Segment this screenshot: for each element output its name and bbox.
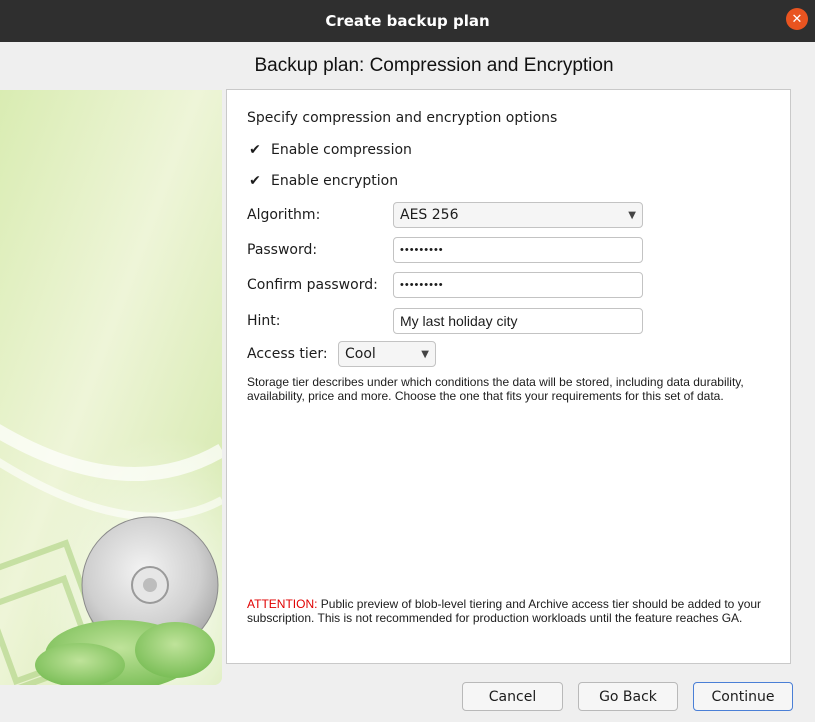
password-field[interactable]: ••••••••• (393, 237, 643, 263)
access-tier-value: Cool (345, 346, 376, 362)
checkmark-icon: ✔ (249, 142, 261, 158)
cancel-button[interactable]: Cancel (462, 682, 563, 711)
side-art-svg (0, 90, 222, 685)
algorithm-label: Algorithm: (247, 207, 321, 223)
attention-prefix: ATTENTION: (247, 597, 318, 611)
go-back-button[interactable]: Go Back (578, 682, 678, 711)
continue-button[interactable]: Continue (693, 682, 793, 711)
confirm-password-label: Confirm password: (247, 277, 378, 293)
hint-value: My last holiday city (400, 313, 518, 329)
password-label: Password: (247, 242, 318, 258)
algorithm-select[interactable]: AES 256 ▼ (393, 202, 643, 228)
options-panel: Specify compression and encryption optio… (226, 89, 791, 664)
chevron-down-icon: ▼ (628, 209, 636, 221)
hint-label: Hint: (247, 313, 281, 329)
access-tier-label: Access tier: (247, 346, 328, 362)
enable-compression-label: Enable compression (271, 142, 412, 158)
confirm-password-value: ••••••••• (400, 279, 444, 291)
attention-notice: ATTENTION: Public preview of blob-level … (247, 597, 772, 625)
intro-text: Specify compression and encryption optio… (247, 110, 558, 126)
checkmark-icon: ✔ (249, 173, 261, 189)
access-tier-select[interactable]: Cool ▼ (338, 341, 436, 367)
password-value: ••••••••• (400, 244, 444, 256)
window-title: Create backup plan (325, 12, 490, 30)
enable-encryption-label: Enable encryption (271, 173, 399, 189)
attention-text: Public preview of blob-level tiering and… (247, 597, 762, 625)
confirm-password-field[interactable]: ••••••••• (393, 272, 643, 298)
chevron-down-icon: ▼ (421, 348, 429, 360)
enable-encryption-checkbox[interactable]: ✔ Enable encryption (247, 173, 398, 189)
algorithm-value: AES 256 (400, 207, 459, 223)
hint-field[interactable]: My last holiday city (393, 308, 643, 334)
enable-compression-checkbox[interactable]: ✔ Enable compression (247, 142, 412, 158)
page-title: Backup plan: Compression and Encryption (254, 55, 614, 76)
close-glyph: ✕ (791, 11, 803, 27)
backup-disc-illustration (0, 90, 222, 685)
tier-description: Storage tier describes under which condi… (247, 375, 744, 403)
close-icon[interactable]: ✕ (786, 8, 808, 30)
window-titlebar: Create backup plan ✕ (0, 0, 815, 42)
